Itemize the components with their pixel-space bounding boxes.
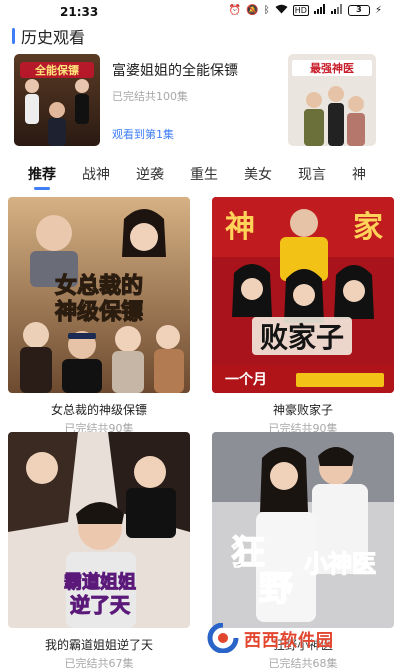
- drama-card[interactable]: 神 家 败家子 一个月 神豪败家子 已完结共90集: [212, 197, 394, 436]
- network-badge: HD: [292, 5, 309, 16]
- site-watermark: 西西软件园: [206, 618, 382, 658]
- drama-poster-line-1: 女总裁的: [55, 273, 143, 299]
- history-poster-text: 全能保镖: [34, 63, 79, 77]
- tab-god[interactable]: 神: [352, 160, 366, 190]
- alarm-icon: ⏰: [228, 5, 242, 16]
- drama-card[interactable]: 女总裁的 神级保镖 女总裁的神级保镖 已完结共90集: [8, 197, 190, 436]
- tab-beauty[interactable]: 美女: [244, 160, 272, 190]
- drama-poster[interactable]: 霸道姐姐 逆了天: [8, 432, 190, 628]
- history-poster-2-text: 最强神医: [310, 61, 354, 75]
- drama-poster-sub: 一个月: [225, 371, 267, 388]
- drama-poster-line-1: 神: [225, 210, 255, 245]
- status-bar: 21:33 ⏰ 🔕 ᛒ HD 3 ⚡: [0, 0, 400, 22]
- signal-icon-2: [330, 4, 343, 17]
- signal-icon: [313, 4, 326, 17]
- history-poster[interactable]: 全能保镖: [14, 54, 100, 146]
- drama-poster-line-2: 野: [259, 569, 293, 609]
- history-info[interactable]: 富婆姐姐的全能保镖 已完结共100集 观看到第1集: [112, 60, 282, 146]
- tab-war-god[interactable]: 战神: [82, 160, 110, 190]
- wifi-icon: [275, 4, 288, 17]
- battery-icon: 3: [347, 5, 370, 16]
- history-status: 已完结共100集: [112, 90, 188, 103]
- drama-poster[interactable]: 神 家 败家子 一个月: [212, 197, 394, 393]
- drama-poster[interactable]: 女总裁的 神级保镖: [8, 197, 190, 393]
- drama-title: 神豪败家子: [272, 403, 333, 417]
- drama-poster-line-2: 家: [353, 210, 383, 245]
- drama-poster-line-3: 败家子: [260, 321, 344, 354]
- bluetooth-icon: ᛒ: [263, 5, 270, 16]
- status-icons: ⏰ 🔕 ᛒ HD 3 ⚡: [229, 4, 382, 17]
- history-name: 富婆姐姐的全能保镖: [112, 63, 238, 79]
- tab-recommend[interactable]: 推荐: [28, 160, 56, 190]
- drama-card[interactable]: 霸道姐姐 逆了天 我的霸道姐姐逆了天 已完结共67集: [8, 432, 190, 670]
- drama-title: 我的霸道姐姐逆了天: [44, 638, 153, 652]
- drama-poster-line-2: 神级保镖: [55, 299, 143, 325]
- tab-modern-romance[interactable]: 现言: [298, 160, 326, 190]
- history-row: 全能保镖 富婆姐姐的全能保镖 已完结共100集 观看到第1集 最强神医: [0, 50, 400, 150]
- history-title: 历史观看: [21, 28, 86, 47]
- drama-status: 已完结共67集: [64, 657, 134, 670]
- drama-poster-line-3: 小神医: [304, 549, 376, 578]
- drama-poster-line-1: 狂: [231, 533, 265, 573]
- watermark-logo-icon: [207, 623, 239, 653]
- drama-poster-line-2: 逆了天: [70, 593, 131, 617]
- drama-poster-line-1: 霸道姐姐: [64, 571, 136, 593]
- accent-bar: [12, 28, 15, 44]
- history-poster-2[interactable]: 最强神医: [288, 54, 376, 146]
- category-tabs: 推荐 战神 逆袭 重生 美女 现言 神: [0, 160, 400, 190]
- watermark-text: 西西软件园: [244, 630, 334, 651]
- tab-counterattack[interactable]: 逆袭: [136, 160, 164, 190]
- drama-poster[interactable]: 狂 野 小神医: [212, 432, 394, 628]
- drama-title: 女总裁的神级保镖: [50, 403, 147, 417]
- charging-icon: ⚡: [374, 5, 382, 16]
- status-time: 21:33: [60, 5, 99, 19]
- history-header: 历史观看: [12, 24, 85, 48]
- mute-icon: 🔕: [246, 5, 259, 16]
- history-progress[interactable]: 观看到第1集: [112, 126, 174, 142]
- tab-rebirth[interactable]: 重生: [190, 160, 218, 190]
